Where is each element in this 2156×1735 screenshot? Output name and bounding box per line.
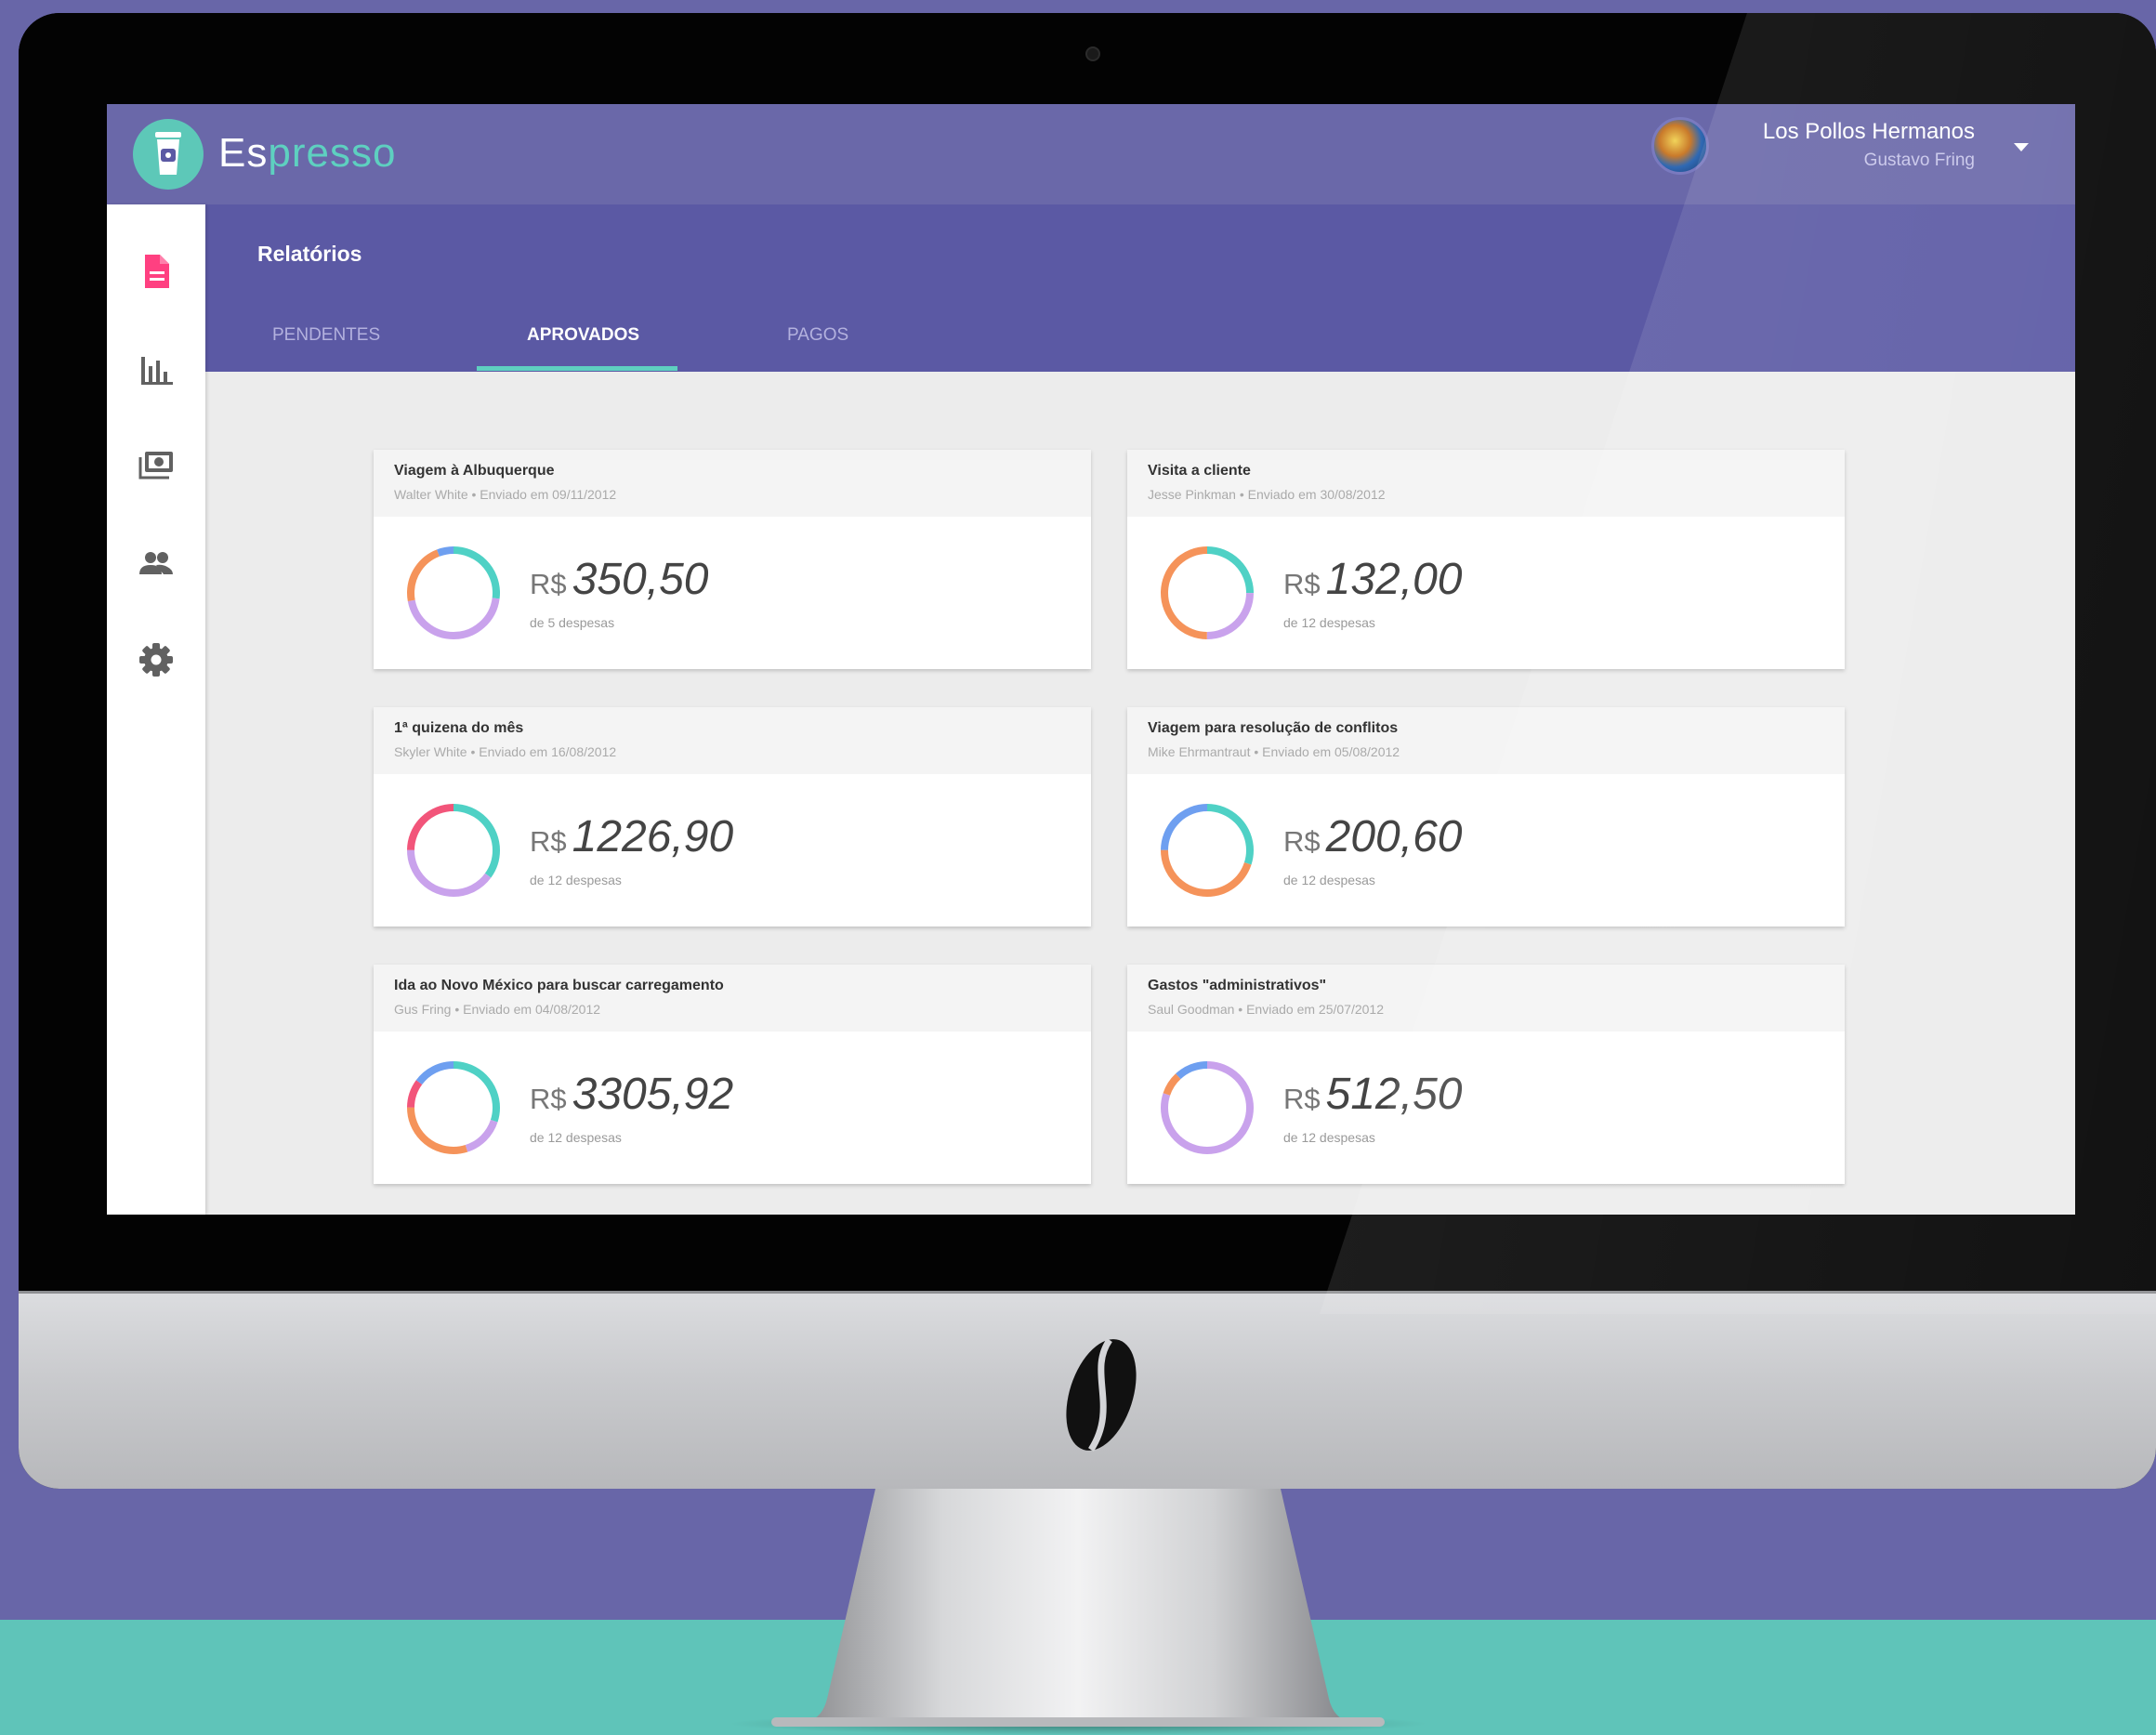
report-title: Viagem à Albuquerque [394,463,555,479]
currency-symbol: R$ [1283,825,1321,858]
expense-donut-chart [407,804,500,897]
report-card[interactable]: Gastos "administrativos" Saul Goodman • … [1127,965,1845,1184]
coffee-cup-icon [155,132,181,175]
report-author: Mike Ehrmantraut [1148,744,1251,759]
report-title: Gastos "administrativos" [1148,978,1327,993]
card-header: Ida ao Novo México para buscar carregame… [374,965,1091,1032]
coffee-bean-logo [1066,1337,1137,1452]
expense-count: de 12 despesas [530,873,622,887]
report-card[interactable]: Viagem para resolução de conflitos Mike … [1127,707,1845,927]
report-amount: R$ 132,00 [1283,554,1462,605]
amount-value: 200,60 [1325,812,1463,861]
report-sent-date: Enviado em 30/08/2012 [1247,487,1386,502]
user-name[interactable]: Gustavo Fring [1733,151,1975,171]
card-header: Gastos "administrativos" Saul Goodman • … [1127,965,1845,1032]
currency-symbol: R$ [1283,1083,1321,1115]
expense-count: de 12 despesas [1283,1130,1375,1145]
report-sent-date: Enviado em 09/11/2012 [480,487,617,502]
monitor-stand [771,1489,1385,1727]
report-meta: Mike Ehrmantraut • Enviado em 05/08/2012 [1148,744,1400,759]
report-sent-date: Enviado em 05/08/2012 [1262,744,1400,759]
report-amount: R$ 3305,92 [530,1069,733,1120]
report-meta: Walter White • Enviado em 09/11/2012 [394,487,617,502]
content-header: Relatórios PENDENTES APROVADOS PAGOS [205,204,2075,372]
report-meta: Gus Fring • Enviado em 04/08/2012 [394,1002,601,1017]
people-icon[interactable] [138,545,175,582]
report-amount: R$ 350,50 [530,554,708,605]
report-card[interactable]: Viagem à Albuquerque Walter White • Envi… [374,450,1091,669]
tab-aprovados[interactable]: APROVADOS [527,325,639,346]
app-name-suffix: presso [268,130,397,176]
active-tab-indicator [477,366,677,371]
report-card[interactable]: Ida ao Novo México para buscar carregame… [374,965,1091,1184]
card-header: Viagem à Albuquerque Walter White • Envi… [374,450,1091,517]
report-title: Visita a cliente [1148,463,1251,479]
tab-pendentes[interactable]: PENDENTES [272,325,380,346]
chin-divider [19,1291,2156,1294]
report-amount: R$ 200,60 [1283,811,1462,862]
monitor: Espresso Los Pollos Hermanos Gustavo Fri… [19,13,2156,1489]
currency-symbol: R$ [530,1083,567,1115]
expense-donut-chart [407,546,500,639]
user-avatar[interactable] [1651,117,1709,175]
card-header: Viagem para resolução de conflitos Mike … [1127,707,1845,774]
report-icon[interactable] [138,253,175,290]
report-meta: Jesse Pinkman • Enviado em 30/08/2012 [1148,487,1386,502]
card-header: Visita a cliente Jesse Pinkman • Enviado… [1127,450,1845,517]
report-sent-date: Enviado em 16/08/2012 [479,744,617,759]
card-header: 1ª quizena do mês Skyler White • Enviado… [374,707,1091,774]
currency-symbol: R$ [1283,568,1321,600]
expense-donut-chart [407,1061,500,1154]
currency-symbol: R$ [530,568,567,600]
report-author: Jesse Pinkman [1148,487,1236,502]
amount-value: 3305,92 [572,1070,734,1119]
report-meta: Saul Goodman • Enviado em 25/07/2012 [1148,1002,1384,1017]
company-name[interactable]: Los Pollos Hermanos [1733,119,1975,145]
currency-symbol: R$ [530,825,567,858]
report-author: Skyler White [394,744,467,759]
sidebar [107,204,205,1215]
amount-value: 1226,90 [572,812,734,861]
amount-value: 350,50 [572,555,709,604]
report-card[interactable]: Visita a cliente Jesse Pinkman • Enviado… [1127,450,1845,669]
expense-donut-chart [1161,804,1254,897]
report-author: Saul Goodman [1148,1002,1235,1017]
amount-value: 512,50 [1325,1070,1463,1119]
expense-count: de 12 despesas [530,1130,622,1145]
expense-count: de 12 despesas [1283,873,1375,887]
gear-icon[interactable] [138,641,175,678]
report-amount: R$ 512,50 [1283,1069,1462,1120]
report-title: Ida ao Novo México para buscar carregame… [394,978,724,993]
expense-donut-chart [1161,1061,1254,1154]
report-sent-date: Enviado em 04/08/2012 [463,1002,601,1017]
app-name-prefix: Es [218,130,269,176]
chevron-down-icon[interactable] [2014,143,2029,151]
money-icon[interactable] [138,446,175,483]
amount-value: 132,00 [1325,555,1463,604]
bar-chart-icon[interactable] [138,351,175,388]
app-name: Espresso [218,130,396,177]
report-author: Gus Fring [394,1002,452,1017]
report-meta: Skyler White • Enviado em 16/08/2012 [394,744,617,759]
app-screen: Espresso Los Pollos Hermanos Gustavo Fri… [107,104,2075,1215]
report-title: 1ª quizena do mês [394,720,524,736]
page-title: Relatórios [257,242,362,266]
app-topbar: Espresso Los Pollos Hermanos Gustavo Fri… [107,104,2075,204]
report-title: Viagem para resolução de conflitos [1148,720,1399,736]
report-amount: R$ 1226,90 [530,811,733,862]
app-logo[interactable] [133,119,204,190]
camera-dot [1085,46,1100,61]
expense-donut-chart [1161,546,1254,639]
report-sent-date: Enviado em 25/07/2012 [1246,1002,1384,1017]
expense-count: de 5 despesas [530,615,615,630]
report-author: Walter White [394,487,468,502]
report-card[interactable]: 1ª quizena do mês Skyler White • Enviado… [374,707,1091,927]
expense-count: de 12 despesas [1283,615,1375,630]
tab-pagos[interactable]: PAGOS [787,325,848,346]
